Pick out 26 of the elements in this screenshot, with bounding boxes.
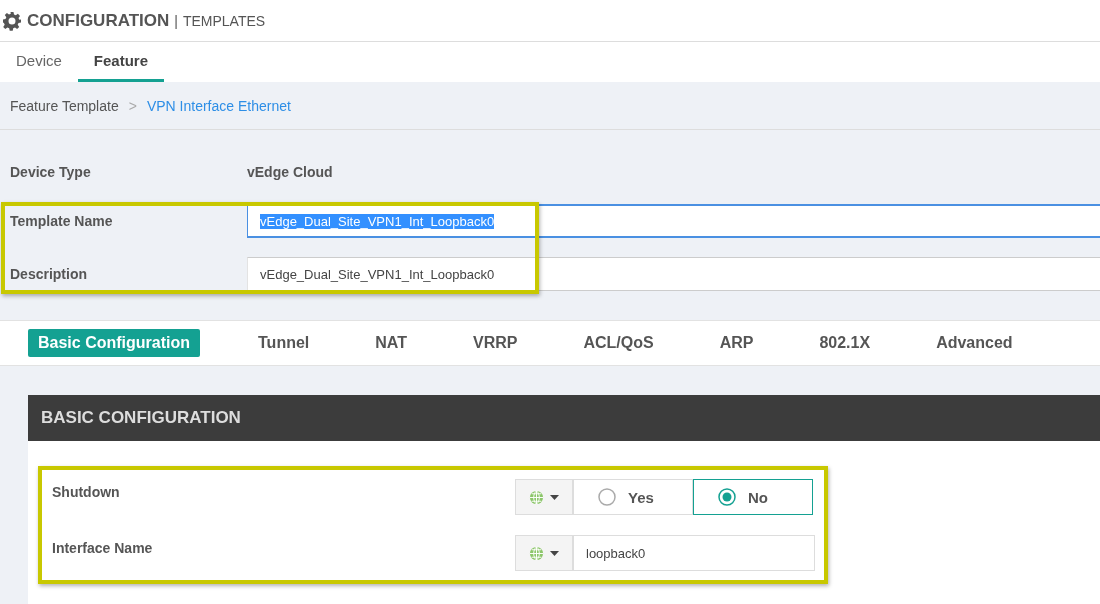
panel-header: BASIC CONFIGURATION (28, 395, 1100, 441)
breadcrumb-current: VPN Interface Ethernet (146, 97, 291, 114)
section-tab[interactable]: Advanced (926, 329, 1023, 357)
field-label: Interface Name (51, 539, 154, 556)
section-tab[interactable]: ARP (709, 329, 764, 357)
section-tab[interactable]: 802.1X (809, 329, 881, 357)
breadcrumb-separator: > (128, 97, 137, 114)
tab[interactable]: Device (0, 42, 78, 82)
page-subtitle: TEMPLATES (182, 12, 266, 29)
section-tab[interactable]: Tunnel (248, 329, 320, 357)
field-value: vEdge Cloud (247, 164, 333, 180)
radio-option[interactable]: No (693, 479, 813, 515)
radio-option[interactable]: Yes (573, 479, 693, 515)
breadcrumb-link[interactable]: Feature Template (10, 97, 119, 114)
section-tab[interactable]: NAT (365, 329, 417, 357)
description-field[interactable]: vEdge_Dual_Site_VPN1_Int_Loopback0 (247, 257, 1100, 291)
field-label: Device Type (9, 164, 92, 180)
interface-name-field[interactable]: loopback0 (573, 535, 815, 571)
field-label: Template Name (9, 213, 114, 229)
section-tab[interactable]: VRRP (462, 329, 528, 357)
title-divider: | (174, 12, 178, 29)
field-label: Shutdown (51, 483, 121, 500)
section-tab[interactable]: ACL/QoS (573, 329, 664, 357)
tab[interactable]: Feature (77, 42, 165, 82)
page-title: CONFIGURATION (27, 10, 170, 31)
field-label: Description (9, 266, 88, 282)
